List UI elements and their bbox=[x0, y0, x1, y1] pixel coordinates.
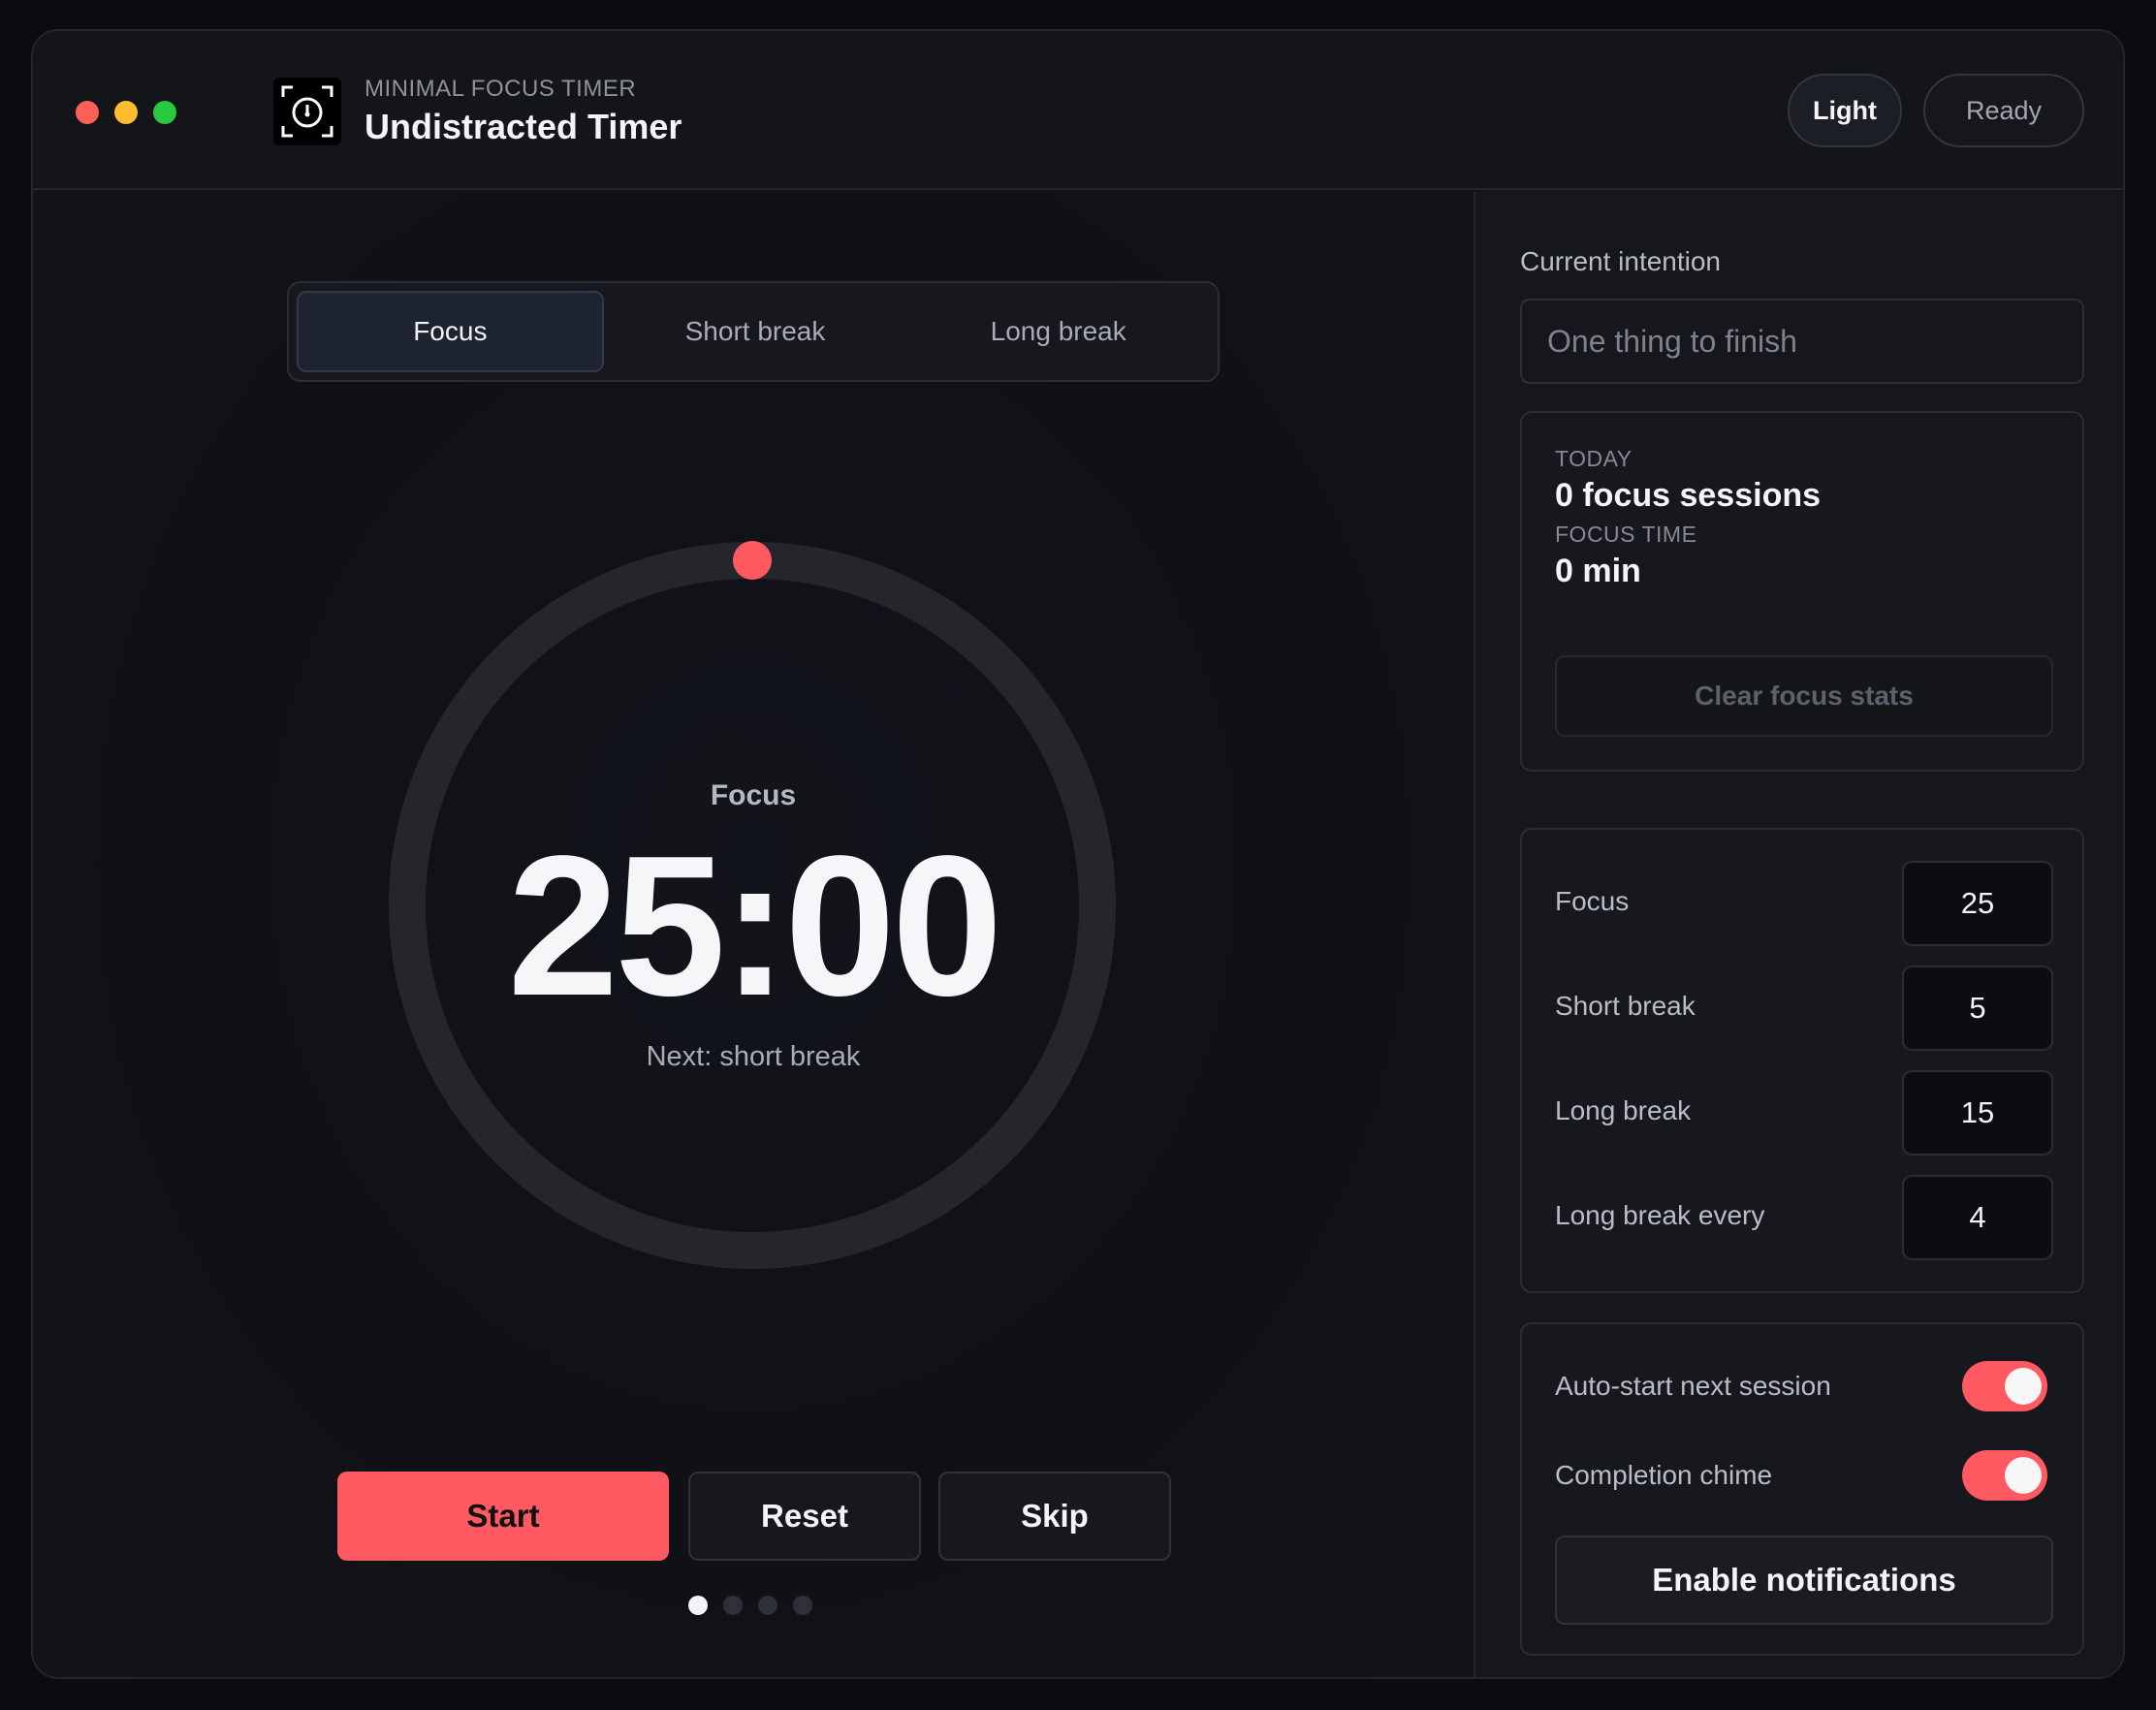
short-break-duration-input[interactable] bbox=[1902, 966, 2053, 1051]
app-window: MINIMAL FOCUS TIMER Undistracted Timer L… bbox=[31, 29, 2125, 1679]
intention-label: Current intention bbox=[1520, 246, 1722, 276]
duration-label: Short break bbox=[1555, 991, 1696, 1021]
sidebar: Current intention TODAY 0 focus sessions… bbox=[1474, 192, 2123, 1677]
durations-card: Focus Short break Long break Long break … bbox=[1520, 828, 2084, 1293]
options-card: Auto-start next session Completion chime… bbox=[1520, 1322, 2084, 1656]
long-break-interval-input[interactable] bbox=[1902, 1175, 2053, 1260]
tab-long-break[interactable]: Long break bbox=[906, 291, 1210, 372]
progress-indicator bbox=[733, 541, 772, 580]
session-cycle-dots bbox=[688, 1596, 812, 1615]
intention-input[interactable] bbox=[1520, 299, 2084, 384]
theme-toggle-button[interactable]: Light bbox=[1788, 74, 1902, 147]
mode-selector: Focus Short break Long break bbox=[287, 281, 1220, 382]
duration-label: Long break every bbox=[1555, 1200, 1765, 1230]
status-badge: Ready bbox=[1923, 74, 2084, 147]
timer-app-icon bbox=[273, 78, 341, 145]
timer-display: 25:00 bbox=[507, 814, 1003, 1037]
reset-button[interactable]: Reset bbox=[688, 1472, 921, 1561]
app-title: Undistracted Timer bbox=[365, 107, 682, 146]
cycle-dot bbox=[793, 1596, 812, 1615]
timer-mode-label: Focus bbox=[710, 779, 797, 811]
skip-button[interactable]: Skip bbox=[938, 1472, 1171, 1561]
duration-label: Long break bbox=[1555, 1095, 1692, 1125]
window-controls bbox=[76, 101, 176, 124]
focus-time-value: 0 min bbox=[1555, 553, 1641, 589]
cycle-dot bbox=[758, 1596, 777, 1615]
clear-stats-button[interactable]: Clear focus stats bbox=[1555, 655, 2053, 737]
maximize-window-button[interactable] bbox=[153, 101, 176, 124]
duration-row-long-break-every: Long break every bbox=[1555, 1175, 2053, 1260]
duration-row-short-break: Short break bbox=[1555, 966, 2053, 1051]
chime-label: Completion chime bbox=[1555, 1460, 1773, 1490]
focus-sessions-count: 0 focus sessions bbox=[1555, 477, 1822, 514]
auto-start-row: Auto-start next session bbox=[1555, 1361, 2053, 1413]
duration-label: Focus bbox=[1555, 886, 1630, 916]
duration-row-focus: Focus bbox=[1555, 861, 2053, 946]
today-stats-card: TODAY 0 focus sessions FOCUS TIME 0 min … bbox=[1520, 411, 2084, 772]
auto-start-toggle[interactable] bbox=[1962, 1361, 2047, 1411]
chime-row: Completion chime bbox=[1555, 1450, 2053, 1503]
minimize-window-button[interactable] bbox=[114, 101, 138, 124]
toggle-knob bbox=[2005, 1368, 2042, 1405]
long-break-duration-input[interactable] bbox=[1902, 1070, 2053, 1156]
close-window-button[interactable] bbox=[76, 101, 99, 124]
duration-row-long-break: Long break bbox=[1555, 1070, 2053, 1156]
title-bar: MINIMAL FOCUS TIMER Undistracted Timer L… bbox=[33, 31, 2123, 190]
toggle-knob bbox=[2005, 1457, 2042, 1494]
enable-notifications-button[interactable]: Enable notifications bbox=[1555, 1536, 2053, 1625]
focus-duration-input[interactable] bbox=[1902, 861, 2053, 946]
tab-focus[interactable]: Focus bbox=[297, 291, 604, 372]
app-subtitle: MINIMAL FOCUS TIMER bbox=[365, 76, 637, 102]
focus-time-label: FOCUS TIME bbox=[1555, 522, 1697, 547]
cycle-dot bbox=[688, 1596, 708, 1615]
tab-short-break[interactable]: Short break bbox=[604, 291, 907, 372]
today-label: TODAY bbox=[1555, 446, 1633, 471]
chime-toggle[interactable] bbox=[1962, 1450, 2047, 1501]
timer-panel: Focus Short break Long break Focus 25:00… bbox=[33, 192, 1474, 1677]
cycle-dot bbox=[723, 1596, 743, 1615]
next-session-label: Next: short break bbox=[646, 1041, 861, 1072]
auto-start-label: Auto-start next session bbox=[1555, 1371, 1831, 1401]
start-button[interactable]: Start bbox=[337, 1472, 669, 1561]
